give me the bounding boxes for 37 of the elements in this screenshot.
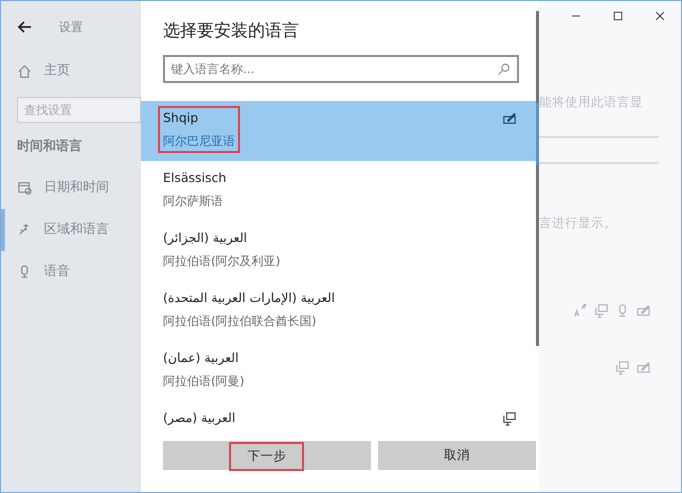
dialog-title: 选择要安装的语言 bbox=[162, 20, 300, 43]
back-arrow-icon[interactable] bbox=[17, 19, 33, 35]
language-name: العربية (الجزائر) bbox=[163, 228, 248, 247]
home-icon bbox=[17, 64, 32, 78]
language-description: 阿尔萨斯语 bbox=[163, 193, 224, 210]
language-description: 阿拉伯语(阿拉伯联合酋长国) bbox=[163, 313, 318, 330]
language-name: Shqip bbox=[163, 108, 200, 127]
handwriting-icon bbox=[636, 302, 651, 318]
search-icon bbox=[497, 62, 511, 76]
dialog-button[interactable]: 取消 bbox=[378, 441, 536, 470]
monitor-icon bbox=[615, 360, 630, 374]
text-speech-icon bbox=[573, 302, 588, 318]
language-option[interactable]: العربية (مصر) bbox=[141, 400, 539, 436]
language-name: العربية (الإمارات العربية المتحدة) bbox=[163, 288, 335, 307]
monitor-icon bbox=[594, 302, 609, 318]
handwriting-icon bbox=[636, 360, 651, 374]
window-title: 设置 bbox=[59, 19, 83, 36]
language-description: 阿尔巴尼亚语 bbox=[163, 133, 235, 150]
language-description: 阿拉伯语(阿尔及利亚) bbox=[163, 253, 280, 270]
description-text: 言进行显示。 bbox=[539, 214, 618, 232]
language-description: 阿拉伯语(阿曼) bbox=[163, 373, 244, 390]
maximize-icon[interactable] bbox=[612, 10, 624, 22]
close-icon[interactable] bbox=[654, 10, 666, 22]
monitor-icon bbox=[502, 410, 517, 426]
search-field[interactable]: 查找设置 bbox=[17, 97, 141, 123]
section-heading: 时间和语言 bbox=[16, 138, 83, 156]
description-text: 能将使用此语言显 bbox=[539, 93, 644, 111]
language-option[interactable]: Elsässisch 阿尔萨斯语 bbox=[141, 160, 539, 220]
language-search-field[interactable]: 键入语言名称... bbox=[163, 54, 519, 82]
scrollbar[interactable] bbox=[536, 11, 539, 346]
dialog-button[interactable]: 下一步 bbox=[163, 441, 370, 470]
language-name: Elsässisch bbox=[163, 168, 226, 186]
language-name: العربية (عمان) bbox=[163, 348, 240, 367]
handwriting-icon bbox=[502, 110, 517, 126]
language-option[interactable]: Shqip 阿尔巴尼亚语 bbox=[141, 100, 539, 160]
language-name: العربية (مصر) bbox=[163, 408, 236, 427]
calendar-clock-icon bbox=[17, 180, 32, 195]
